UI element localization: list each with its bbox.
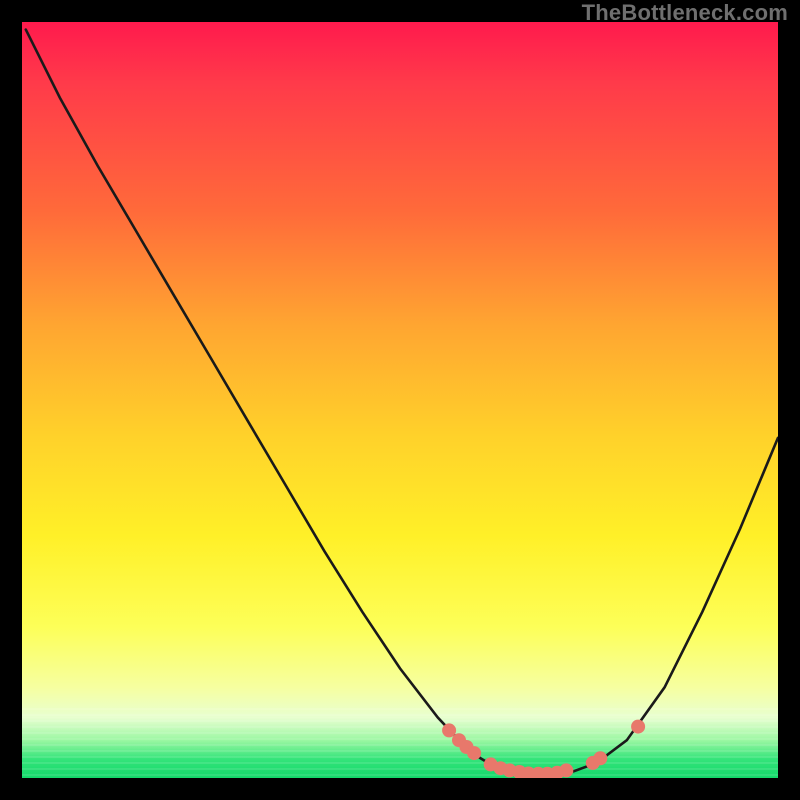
plot-area (22, 22, 778, 778)
curve-dot (467, 746, 481, 760)
watermark-text: TheBottleneck.com (582, 2, 788, 24)
bottleneck-curve (26, 30, 778, 775)
curve-dot (631, 720, 645, 734)
chart-svg (22, 22, 778, 778)
curve-dot (442, 723, 456, 737)
curve-dot (593, 751, 607, 765)
curve-dot (559, 763, 573, 777)
chart-container: TheBottleneck.com (0, 0, 800, 800)
